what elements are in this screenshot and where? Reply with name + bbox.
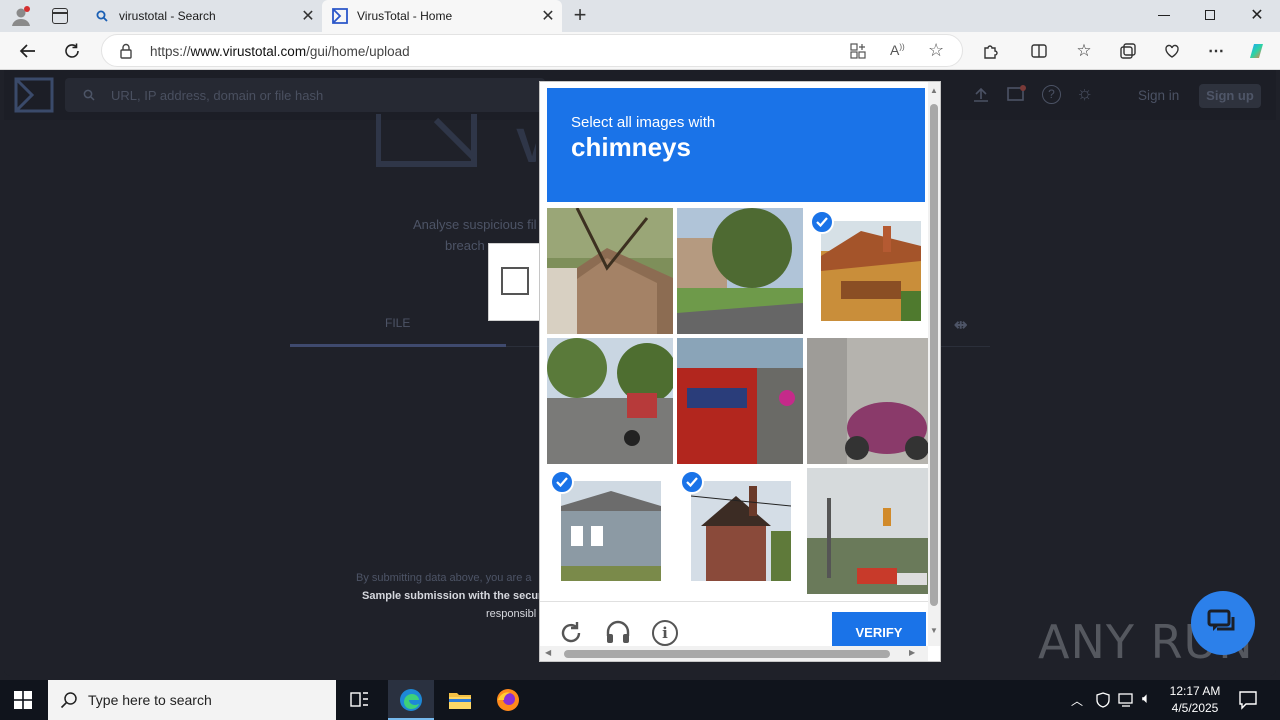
taskbar-edge-active[interactable] (388, 680, 434, 720)
vertical-scroll-thumb[interactable] (930, 104, 938, 606)
tab-file[interactable]: FILE (385, 316, 410, 330)
tab-title: VirusTotal - Home (357, 9, 453, 23)
file-explorer-icon[interactable] (448, 690, 472, 715)
sign-up-button[interactable]: Sign up (1199, 84, 1261, 108)
theme-toggle-icon[interactable]: ☼ (1076, 83, 1093, 105)
collections-icon[interactable] (1117, 40, 1139, 62)
windows-logo-icon (14, 691, 32, 709)
vt-tagline-1: Analyse suspicious fil (413, 217, 537, 232)
captcha-tile-1[interactable] (547, 208, 673, 334)
refresh-icon[interactable] (61, 40, 83, 62)
network-icon[interactable] (1118, 692, 1136, 713)
chat-icon (1207, 609, 1235, 631)
captcha-tile-5[interactable] (677, 338, 803, 464)
read-aloud-icon[interactable]: A)) (890, 42, 905, 58)
show-hidden-icons[interactable]: ︿ (1071, 692, 1083, 709)
help-icon[interactable]: ? (1042, 85, 1061, 104)
address-bar[interactable]: https://www.virustotal.com/gui/home/uplo… (101, 34, 963, 67)
captcha-prompt: Select all images with (571, 114, 716, 131)
close-tab-icon[interactable]: ✕ (534, 6, 562, 26)
lock-icon[interactable] (119, 43, 133, 64)
horizontal-scroll-thumb[interactable] (564, 650, 890, 658)
taskbar-search-placeholder: Type here to search (88, 692, 212, 708)
app-available-icon[interactable] (850, 43, 866, 59)
browser-essentials-icon[interactable] (1161, 40, 1183, 62)
url-text: https://www.virustotal.com/gui/home/uplo… (150, 44, 410, 59)
tile-3-selected-check-icon (810, 210, 834, 234)
vertical-scrollbar[interactable]: ▲ ▼ (928, 82, 940, 646)
tab-search[interactable]: virustotal - Search ✕ (84, 0, 322, 32)
back-arrow-icon[interactable] (17, 40, 39, 62)
tab-title: virustotal - Search (119, 9, 216, 23)
extensions-icon[interactable] (980, 40, 1002, 62)
disclaimer-2: Sample submission with the secur (362, 590, 543, 602)
captcha-tile-6[interactable] (807, 338, 933, 464)
firefox-icon[interactable] (496, 688, 520, 717)
captcha-keyword: chimneys (571, 132, 691, 162)
browser-tab-strip: virustotal - Search ✕ VirusTotal - Home … (0, 0, 1280, 32)
captcha-header: Select all images with chimneys (547, 88, 925, 202)
scroll-right-arrow[interactable]: ▶ (909, 648, 915, 657)
volume-icon[interactable]: 🔈︎ (1142, 690, 1151, 707)
chat-button[interactable] (1191, 591, 1255, 655)
captcha-tile-4[interactable] (547, 338, 673, 464)
disclaimer-3: responsibl (486, 608, 537, 620)
close-window-button[interactable]: ✕ (1248, 5, 1266, 25)
tile-8-selected-check-icon (680, 470, 704, 494)
vt-search-placeholder: URL, IP address, domain or file hash (111, 88, 324, 103)
tab-underline (290, 344, 506, 347)
favorite-star-icon[interactable]: ☆ (928, 40, 944, 61)
notification-center-icon[interactable] (1238, 690, 1258, 715)
url-path: /gui/home/upload (306, 44, 410, 59)
tab-virustotal[interactable]: VirusTotal - Home ✕ (322, 0, 562, 32)
tab-actions-icon[interactable] (52, 8, 68, 24)
vt-tagline-2: breach (445, 238, 485, 253)
sign-in-link[interactable]: Sign in (1138, 88, 1179, 103)
upload-icon[interactable] (972, 86, 990, 109)
horizontal-scrollbar[interactable]: ◀ ▶ (540, 646, 928, 661)
defender-icon[interactable] (1096, 692, 1110, 713)
copilot-icon[interactable] (1246, 40, 1268, 62)
more-options-icon[interactable]: ⋯ (1205, 40, 1227, 62)
taskbar-search-box[interactable]: Type here to search (48, 680, 336, 720)
notifications-icon[interactable] (1006, 85, 1026, 110)
favorites-icon[interactable]: ☆ (1073, 40, 1095, 62)
start-button[interactable] (14, 691, 32, 714)
edge-icon (400, 689, 422, 711)
search-icon (83, 88, 95, 106)
taskbar-date[interactable]: 4/5/2025 (1163, 701, 1227, 715)
close-tab-icon[interactable]: ✕ (294, 6, 322, 26)
browser-toolbar: https://www.virustotal.com/gui/home/uplo… (0, 32, 1280, 70)
split-screen-icon[interactable] (1028, 40, 1050, 62)
virustotal-logo-icon (332, 8, 348, 24)
minimize-button[interactable] (1158, 15, 1170, 17)
vt-search-box[interactable]: URL, IP address, domain or file hash (65, 78, 545, 112)
captcha-footer-divider (540, 601, 930, 602)
search-by-hash-icon[interactable]: ⇹ (954, 315, 967, 335)
vt-logo-icon[interactable] (14, 77, 54, 118)
restore-button[interactable] (1205, 10, 1215, 20)
scroll-up-arrow[interactable]: ▲ (930, 86, 938, 95)
windows-taskbar: Type here to search ︿ 🔈︎ 12:17 AM 4/5/20… (0, 680, 1280, 720)
info-icon[interactable]: i (652, 620, 678, 646)
url-prefix: https:// (150, 44, 191, 59)
profile-avatar[interactable] (10, 5, 32, 27)
url-domain: www.virustotal.com (190, 44, 307, 59)
svg-text:V: V (516, 120, 536, 170)
captcha-tile-2[interactable] (677, 208, 803, 334)
scroll-left-arrow[interactable]: ◀ (545, 648, 551, 657)
search-icon (94, 8, 110, 24)
captcha-checkbox[interactable] (501, 267, 529, 295)
captcha-anchor (488, 243, 540, 321)
tile-7-selected-check-icon (550, 470, 574, 494)
task-view-icon[interactable] (350, 691, 370, 714)
new-tab-button[interactable]: + (570, 4, 590, 28)
captcha-challenge: Select all images with chimneys i VERIFY… (539, 81, 941, 662)
taskbar-time[interactable]: 12:17 AM (1163, 684, 1227, 698)
disclaimer-1: By submitting data above, you are a (356, 572, 532, 584)
captcha-tile-9[interactable] (807, 468, 933, 594)
scroll-down-arrow[interactable]: ▼ (930, 626, 938, 635)
vt-hero-logo: V (375, 114, 548, 175)
search-icon (60, 691, 78, 714)
